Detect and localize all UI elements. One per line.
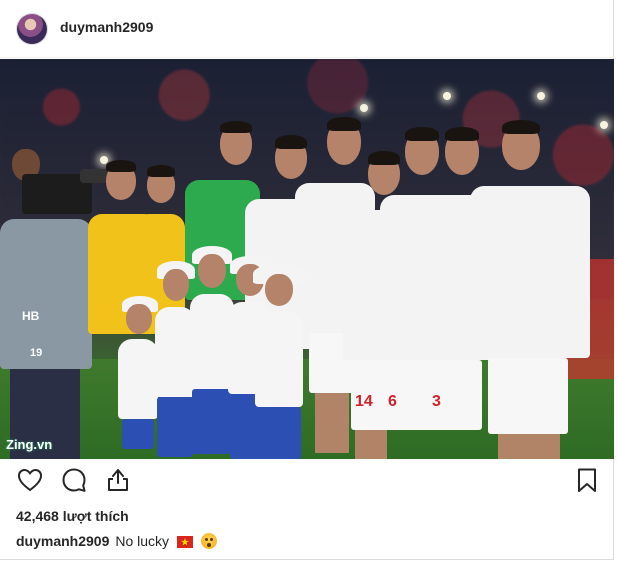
caption-text: No lucky (115, 533, 170, 549)
post-header: duymanh2909 (0, 0, 614, 58)
vietnam-flag-icon (176, 536, 193, 548)
avatar[interactable] (17, 14, 47, 44)
astonished-face-icon (200, 533, 217, 549)
username-link[interactable]: duymanh2909 (60, 19, 153, 35)
heart-icon[interactable] (16, 466, 44, 494)
shirt-number: 3 (432, 393, 441, 410)
stadium-light (443, 92, 451, 100)
tv-number: 19 (30, 347, 43, 359)
caption-username[interactable]: duymanh2909 (16, 533, 109, 549)
shirt-number: 6 (388, 393, 397, 410)
zing-watermark: Zing.vn (6, 437, 53, 452)
comment-icon[interactable] (60, 466, 88, 494)
post-caption: duymanh2909 No lucky (16, 533, 217, 549)
post-actions (0, 466, 614, 506)
tv-text: HB (22, 309, 40, 323)
shirt-number: 14 (355, 393, 373, 410)
bookmark-icon[interactable] (573, 466, 601, 494)
stadium-light (537, 92, 545, 100)
stadium-light (600, 121, 608, 129)
stadium-light (360, 104, 368, 112)
likes-count[interactable]: 42,468 lượt thích (16, 508, 129, 524)
post-photo[interactable]: HB 19 5 14 (0, 59, 614, 459)
share-icon[interactable] (104, 466, 132, 494)
